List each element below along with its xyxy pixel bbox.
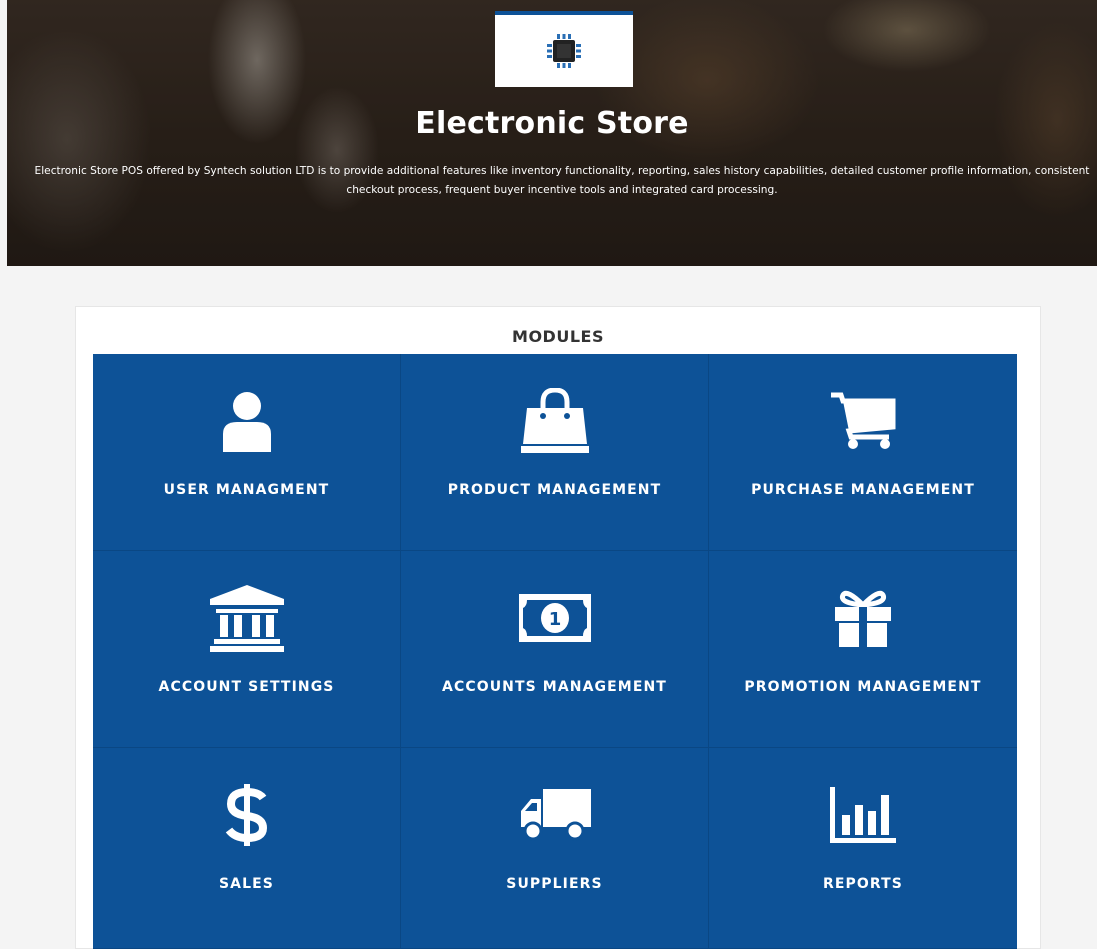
truck-icon [520,789,591,841]
module-label: ACCOUNTS MANAGEMENT [442,679,667,695]
bar-chart-icon [830,787,896,843]
module-label: PROMOTION MANAGEMENT [744,679,982,695]
module-product-management[interactable]: PRODUCT MANAGEMENT [401,354,709,551]
user-icon [222,392,271,452]
store-logo[interactable] [495,11,633,87]
modules-heading: MODULES [512,327,604,346]
module-label: ACCOUNT SETTINGS [158,679,335,695]
page-description: Electronic Store POS offered by Syntech … [34,165,1090,196]
dollar-icon [225,784,267,846]
module-label: REPORTS [823,876,903,892]
hero-banner: Electronic Store Electronic Store POS of… [7,0,1097,266]
bank-icon [209,585,284,652]
module-label: PURCHASE MANAGEMENT [751,482,975,498]
module-label: USER MANAGMENT [163,482,330,498]
cart-icon [831,392,896,449]
module-reports[interactable]: REPORTS [709,748,1017,949]
money-icon: 1 [518,594,591,642]
module-accounts-management[interactable]: 1 ACCOUNTS MANAGEMENT [401,551,709,748]
module-account-settings[interactable]: ACCOUNT SETTINGS [93,551,401,748]
page-title: Electronic Store [415,106,689,141]
module-label: PRODUCT MANAGEMENT [447,482,662,498]
module-user-management[interactable]: USER MANAGMENT [93,354,401,551]
module-sales[interactable]: SALES [93,748,401,949]
gift-icon [835,590,891,647]
module-suppliers[interactable]: SUPPLIERS [401,748,709,949]
module-purchase-management[interactable]: PURCHASE MANAGEMENT [709,354,1017,551]
svg-text:1: 1 [548,609,561,630]
module-label: SALES [219,876,274,892]
chip-icon [547,34,581,68]
shopping-bag-icon [520,388,589,453]
modules-grid: USER MANAGMENT PRODUCT MANAGEMENT PURCHA… [93,354,1017,949]
module-promotion-management[interactable]: PROMOTION MANAGEMENT [709,551,1017,748]
module-label: SUPPLIERS [506,876,603,892]
